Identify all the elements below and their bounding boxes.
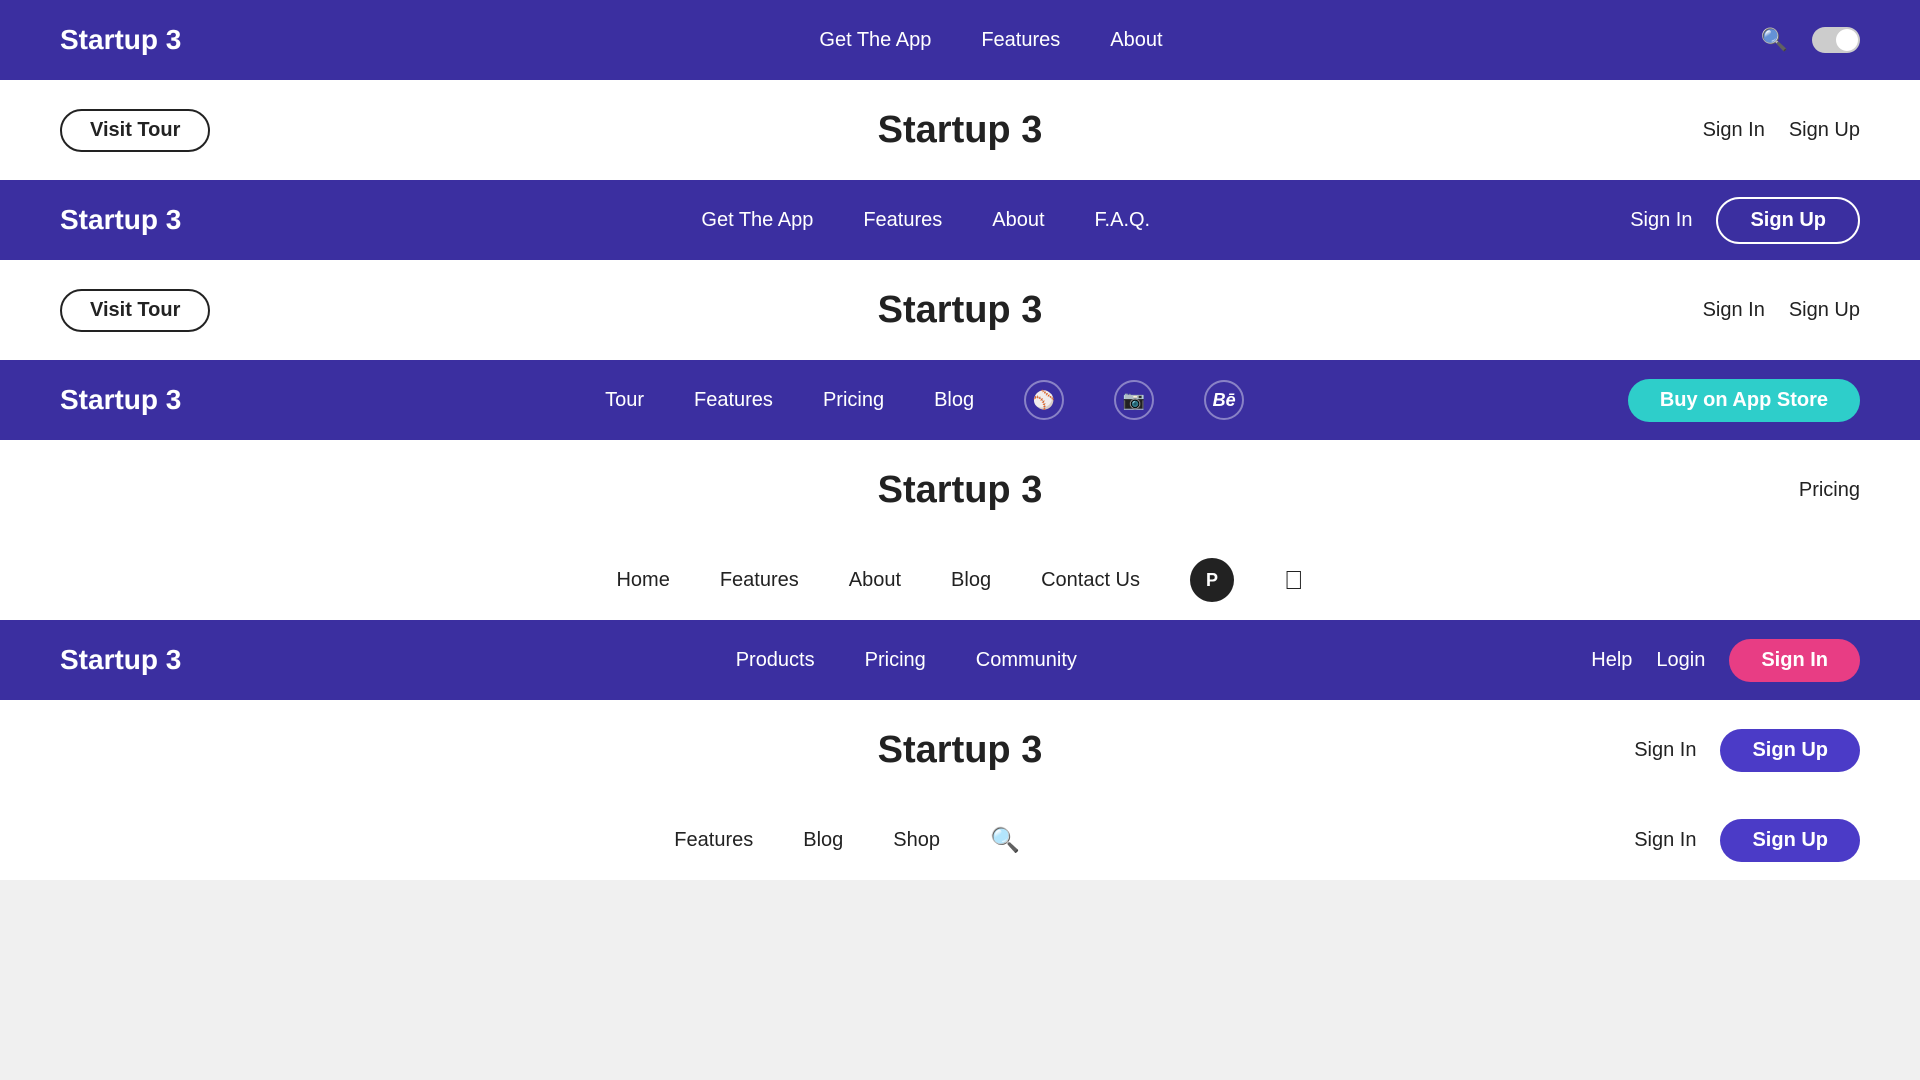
nav3-behance-icon[interactable]: Bē: [1204, 380, 1244, 420]
nav5-signin-btn[interactable]: Sign In: [1729, 639, 1860, 682]
nav1-actions: 🔍: [1761, 27, 1860, 53]
center-title-1: Startup 3: [878, 109, 1043, 152]
center-title-2: Startup 3: [878, 289, 1043, 332]
nav6-link-shop[interactable]: Shop: [893, 829, 940, 852]
nav6-link-blog[interactable]: Blog: [803, 829, 843, 852]
content-row-1-actions: Sign In Sign Up: [1703, 119, 1860, 142]
nav3-instagram-icon[interactable]: 📷: [1114, 380, 1154, 420]
nav3-logo: Startup 3: [60, 384, 181, 416]
visit-tour-btn-2[interactable]: Visit Tour: [60, 289, 210, 332]
nav3-link-blog[interactable]: Blog: [934, 389, 974, 412]
sign-up-btn-4[interactable]: Sign Up: [1720, 729, 1860, 772]
sign-in-text-1[interactable]: Sign In: [1703, 119, 1765, 142]
nav4-links: Home Features About Blog Contact Us P : [60, 558, 1860, 602]
nav4-link-contact[interactable]: Contact Us: [1041, 569, 1140, 592]
nav3-link-tour[interactable]: Tour: [605, 389, 644, 412]
nav1-link-features[interactable]: Features: [981, 29, 1060, 52]
nav1-link-about[interactable]: About: [1110, 29, 1162, 52]
nav4-link-blog[interactable]: Blog: [951, 569, 991, 592]
sign-in-text-4[interactable]: Sign In: [1634, 739, 1696, 762]
nav1-link-getapp[interactable]: Get The App: [819, 29, 931, 52]
content-row-1: Visit Tour Startup 3 Sign In Sign Up: [0, 80, 1920, 180]
nav3-actions: Buy on App Store: [1628, 379, 1860, 422]
nav1-links: Get The App Features About: [221, 29, 1760, 52]
navbar-2: Startup 3 Get The App Features About F.A…: [0, 180, 1920, 260]
nav2-link-getapp[interactable]: Get The App: [701, 209, 813, 232]
nav5-link-products[interactable]: Products: [736, 649, 815, 672]
nav6-link-features[interactable]: Features: [674, 829, 753, 852]
center-title-4: Startup 3: [878, 729, 1043, 772]
nav6-signup-btn[interactable]: Sign Up: [1720, 819, 1860, 862]
nav2-actions: Sign In Sign Up: [1630, 197, 1860, 244]
nav1-search-icon[interactable]: 🔍: [1761, 27, 1788, 53]
nav4-apple-icon[interactable]: : [1284, 565, 1304, 596]
nav2-logo: Startup 3: [60, 204, 181, 236]
nav2-signup-btn[interactable]: Sign Up: [1716, 197, 1860, 244]
content-row-4: Startup 3 Sign In Sign Up: [0, 700, 1920, 800]
nav4-link-about[interactable]: About: [849, 569, 901, 592]
visit-tour-btn-1[interactable]: Visit Tour: [60, 109, 210, 152]
center-title-3: Startup 3: [878, 469, 1043, 512]
nav5-link-pricing[interactable]: Pricing: [865, 649, 926, 672]
nav2-link-about[interactable]: About: [992, 209, 1044, 232]
nav1-logo: Startup 3: [60, 24, 181, 56]
nav1-toggle[interactable]: [1812, 27, 1860, 53]
nav5-login[interactable]: Login: [1656, 649, 1705, 672]
nav4-link-home[interactable]: Home: [616, 569, 669, 592]
sign-up-text-2[interactable]: Sign Up: [1789, 299, 1860, 322]
nav5-links: Products Pricing Community: [221, 649, 1591, 672]
nav6-search-icon[interactable]: 🔍: [990, 826, 1020, 855]
navbar-3: Startup 3 Tour Features Pricing Blog ⚾ 📷…: [0, 360, 1920, 440]
nav2-signin[interactable]: Sign In: [1630, 209, 1692, 232]
nav3-link-features[interactable]: Features: [694, 389, 773, 412]
nav2-link-faq[interactable]: F.A.Q.: [1095, 209, 1151, 232]
sign-up-text-1[interactable]: Sign Up: [1789, 119, 1860, 142]
content-row-4-actions: Sign In Sign Up: [1634, 729, 1860, 772]
navbar-1: Startup 3 Get The App Features About 🔍: [0, 0, 1920, 80]
nav5-logo: Startup 3: [60, 644, 181, 676]
pricing-text-1[interactable]: Pricing: [1799, 479, 1860, 502]
nav5-actions: Help Login Sign In: [1591, 639, 1860, 682]
nav4-link-features[interactable]: Features: [720, 569, 799, 592]
content-row-2-actions: Sign In Sign Up: [1703, 299, 1860, 322]
navbar-6: Features Blog Shop 🔍 Sign In Sign Up: [0, 800, 1920, 880]
nav2-link-features[interactable]: Features: [863, 209, 942, 232]
nav5-help[interactable]: Help: [1591, 649, 1632, 672]
nav6-links: Features Blog Shop 🔍: [60, 826, 1634, 855]
content-row-3: Startup 3 Pricing: [0, 440, 1920, 540]
nav2-links: Get The App Features About F.A.Q.: [221, 209, 1630, 232]
sign-in-text-2[interactable]: Sign In: [1703, 299, 1765, 322]
nav6-actions: Sign In Sign Up: [1634, 819, 1860, 862]
navbar-5: Startup 3 Products Pricing Community Hel…: [0, 620, 1920, 700]
nav3-link-pricing[interactable]: Pricing: [823, 389, 884, 412]
buy-app-store-btn[interactable]: Buy on App Store: [1628, 379, 1860, 422]
navbar-4: Home Features About Blog Contact Us P : [0, 540, 1920, 620]
nav5-link-community[interactable]: Community: [976, 649, 1077, 672]
nav3-links: Tour Features Pricing Blog ⚾ 📷 Bē: [221, 380, 1627, 420]
nav6-signin[interactable]: Sign In: [1634, 829, 1696, 852]
content-row-2: Visit Tour Startup 3 Sign In Sign Up: [0, 260, 1920, 360]
nav4-p-icon[interactable]: P: [1190, 558, 1234, 602]
content-row-3-actions: Pricing: [1799, 479, 1860, 502]
nav3-dribbble-icon[interactable]: ⚾: [1024, 380, 1064, 420]
